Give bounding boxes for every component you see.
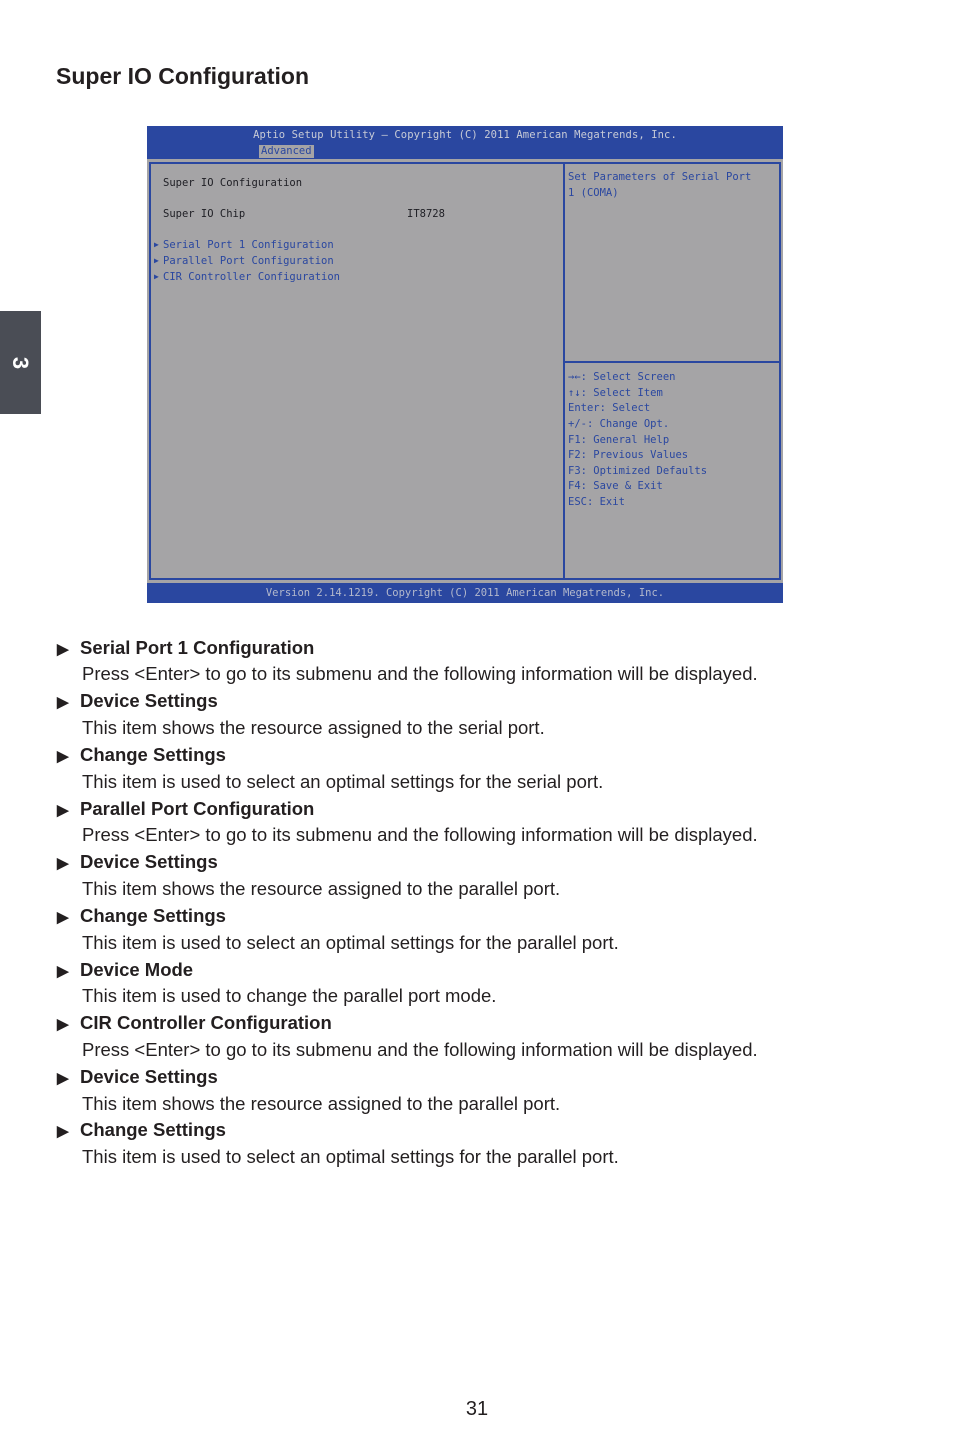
- triangle-bullet-icon: ▶: [57, 1070, 69, 1087]
- key-help-f4: F4: Save & Exit: [568, 480, 663, 492]
- key-help-f3: F3: Optimized Defaults: [568, 465, 708, 477]
- item-heading: ▶ Device Settings: [57, 851, 218, 872]
- triangle-bullet-icon: ▶: [57, 641, 69, 658]
- item-description: Press <Enter> to go to its submenu and t…: [82, 824, 758, 845]
- item-description: This item is used to select an optimal s…: [82, 771, 604, 792]
- item-description: This item shows the resource assigned to…: [82, 878, 561, 899]
- page-number: 31: [465, 1398, 489, 1420]
- bios-frame: [149, 162, 781, 580]
- bios-header-title: Aptio Setup Utility – Copyright (C) 2011…: [253, 129, 677, 141]
- item-heading: ▶ Change Settings: [57, 905, 226, 926]
- item-heading: ▶ Device Settings: [57, 1066, 218, 1087]
- triangle-bullet-icon: ▶: [57, 963, 69, 980]
- help-text-line: 1 (COMA): [568, 187, 619, 199]
- submenu-arrow-icon: ▶: [154, 272, 159, 281]
- menu-item-parallel-port[interactable]: Parallel Port Configuration: [163, 254, 334, 268]
- bios-body: Super IO Configuration Super IO Chip IT8…: [147, 159, 783, 583]
- bios-header: Aptio Setup Utility – Copyright (C) 2011…: [147, 126, 783, 159]
- item-heading: ▶ Change Settings: [57, 1119, 226, 1140]
- bios-help-divider: [565, 361, 779, 363]
- item-description: This item shows the resource assigned to…: [82, 1093, 561, 1114]
- triangle-bullet-icon: ▶: [57, 694, 69, 711]
- key-help-f2: F2: Previous Values: [568, 449, 689, 461]
- tab-advanced[interactable]: Advanced: [259, 145, 314, 158]
- key-help-change-opt: +/-: Change Opt.: [568, 418, 670, 430]
- submenu-arrow-icon: ▶: [154, 240, 159, 249]
- key-help-f1: F1: General Help: [568, 434, 670, 446]
- triangle-bullet-icon: ▶: [57, 855, 69, 872]
- triangle-bullet-icon: ▶: [57, 1016, 69, 1033]
- item-description: Press <Enter> to go to its submenu and t…: [82, 663, 758, 684]
- bios-footer: Version 2.14.1219. Copyright (C) 2011 Am…: [265, 587, 665, 599]
- item-heading: ▶ Change Settings: [57, 744, 226, 765]
- super-io-chip-label: Super IO Chip: [163, 208, 246, 220]
- bios-screenshot: Aptio Setup Utility – Copyright (C) 2011…: [147, 126, 783, 603]
- item-description: This item is used to change the parallel…: [82, 985, 497, 1006]
- key-help-select-item: ↑↓: Select Item: [568, 387, 663, 399]
- triangle-bullet-icon: ▶: [57, 748, 69, 765]
- chapter-tab: 3: [0, 311, 41, 414]
- key-help-enter: Enter: Select: [568, 402, 651, 414]
- submenu-arrow-icon: ▶: [154, 256, 159, 265]
- bios-section-heading: Super IO Configuration: [163, 177, 303, 189]
- triangle-bullet-icon: ▶: [57, 909, 69, 926]
- item-heading: ▶ Serial Port 1 Configuration: [57, 637, 315, 658]
- item-description: Press <Enter> to go to its submenu and t…: [82, 1039, 758, 1060]
- help-text-line: Set Parameters of Serial Port: [568, 171, 752, 183]
- super-io-chip-value: IT8728: [407, 208, 445, 220]
- item-description: This item is used to select an optimal s…: [82, 932, 619, 953]
- menu-item-cir-controller[interactable]: CIR Controller Configuration: [163, 270, 340, 284]
- item-heading: ▶ Parallel Port Configuration: [57, 798, 315, 819]
- key-help-esc: ESC: Exit: [568, 496, 625, 508]
- chapter-number: 3: [8, 356, 34, 369]
- item-description: This item is used to select an optimal s…: [82, 1146, 619, 1167]
- bios-panel-divider: [563, 162, 565, 580]
- page-title: Super IO Configuration: [56, 63, 309, 89]
- key-help-select-screen: →←: Select Screen: [568, 371, 676, 383]
- triangle-bullet-icon: ▶: [57, 802, 69, 819]
- item-heading: ▶ Device Mode: [57, 959, 194, 980]
- item-description: This item shows the resource assigned to…: [82, 717, 545, 738]
- item-heading: ▶ CIR Controller Configuration: [57, 1012, 332, 1033]
- item-heading: ▶ Device Settings: [57, 690, 218, 711]
- triangle-bullet-icon: ▶: [57, 1123, 69, 1140]
- menu-item-serial-port-1[interactable]: Serial Port 1 Configuration: [163, 238, 334, 252]
